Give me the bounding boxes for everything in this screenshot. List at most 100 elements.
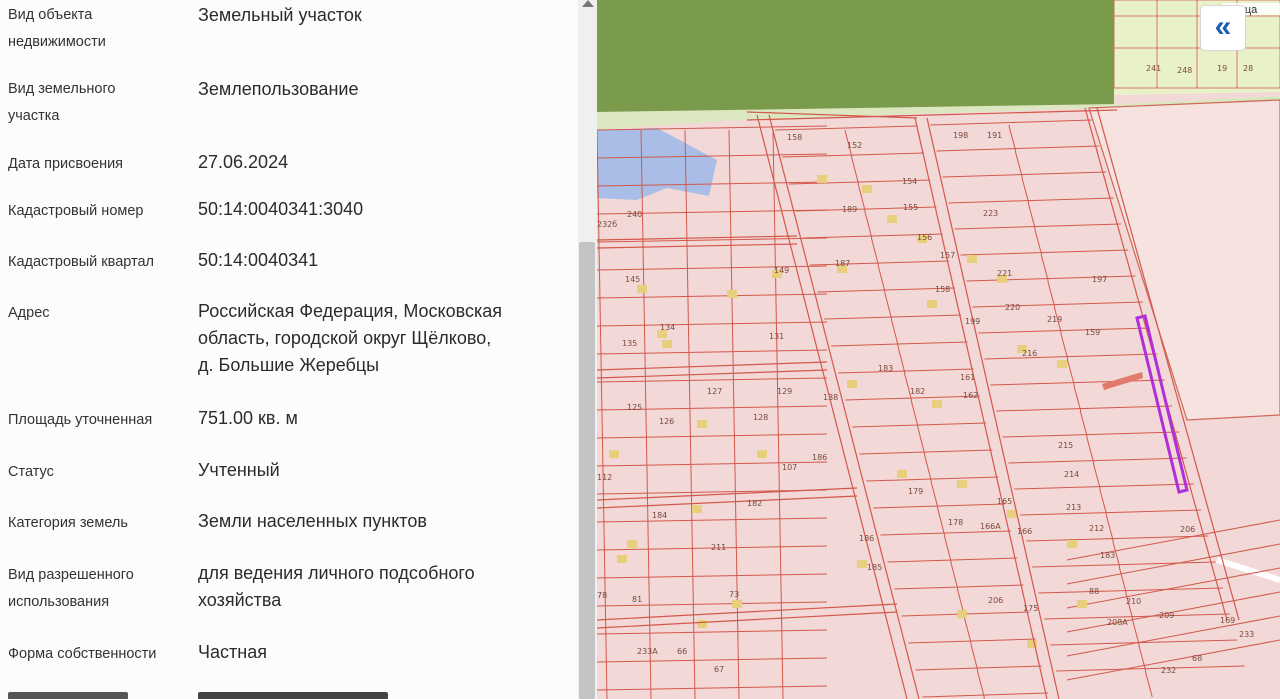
plot-number-label: 159 xyxy=(1085,328,1100,337)
plot-number-label: 128 xyxy=(753,413,768,422)
plot-number-label: 66 xyxy=(677,647,687,656)
plot-number-label: 158 xyxy=(935,285,950,294)
plot-number-label: 233А xyxy=(637,647,658,656)
property-details-panel: Вид объекта недвижимости Земельный участо… xyxy=(0,0,598,699)
plot-number-label: 125 xyxy=(627,403,642,412)
permitted-use-value: для ведения личного подсобного хозяйства xyxy=(198,563,475,610)
status-value: Учтенный xyxy=(198,460,280,480)
land-category-value: Земли населенных пунктов xyxy=(198,511,427,531)
plot-number-label: 232б xyxy=(597,220,617,229)
plot-number-label: 248 xyxy=(1177,66,1192,75)
plot-number-label: 78 xyxy=(597,591,607,600)
plot-number-label: 184 xyxy=(652,511,667,520)
detail-value: 27.06.2024 xyxy=(198,152,289,172)
plot-number-label: 129 xyxy=(777,387,792,396)
cadastral-quarter-value: 50:14:0040341 xyxy=(198,250,319,270)
plot-number-label: 112 xyxy=(597,473,612,482)
detail-label: Дата присвоения xyxy=(8,156,124,172)
plot-number-label: 149 xyxy=(774,266,789,275)
plot-number-label: 162 xyxy=(963,391,978,400)
forest-area xyxy=(597,0,1114,112)
detail-label: Категория земель xyxy=(8,515,128,531)
area-value: 751.00 кв. м xyxy=(198,408,298,428)
plot-number-label: 161 xyxy=(960,373,975,382)
detail-row: Вид объекта недвижимости Земельный участо… xyxy=(0,2,578,58)
detail-row: Адрес Российская Федерация, Московская об… xyxy=(0,300,578,386)
detail-label: Площадь уточненная xyxy=(8,412,153,428)
plot-number-label: 209 xyxy=(1159,611,1174,620)
detail-label: Вид разрешенного использования xyxy=(8,567,134,610)
plot-number-label: 88 xyxy=(1089,587,1099,596)
detail-row: Форма собственности Частная xyxy=(0,641,578,671)
cadastral-map[interactable]: улица 1581521981911541891552231561871572… xyxy=(597,0,1280,699)
plot-number-label: 138 xyxy=(823,393,838,402)
detail-label: Кадастровый номер xyxy=(8,203,144,219)
detail-value: Землепользование xyxy=(198,79,359,99)
plot-number-label: 185 xyxy=(867,563,882,572)
plot-number-label: 179 xyxy=(908,487,923,496)
plot-number-label: 19 xyxy=(1217,64,1227,73)
plot-number-label: 67 xyxy=(714,665,724,674)
plot-number-label: 233 xyxy=(1239,630,1254,639)
plot-number-label: 197 xyxy=(1092,275,1107,284)
plot-number-label: 165 xyxy=(997,497,1012,506)
double-chevron-left-icon: « xyxy=(1214,10,1232,43)
detail-row: Категория земель Земли населенных пункто… xyxy=(0,510,578,540)
plot-number-label: 73 xyxy=(729,590,739,599)
plot-number-label: 152 xyxy=(847,141,862,150)
plot-number-label: 28 xyxy=(1243,64,1253,73)
plot-number-label: 182 xyxy=(747,499,762,508)
detail-label: Статус xyxy=(8,464,54,480)
detail-label: Форма собственности xyxy=(8,646,157,662)
detail-row: Вид земельного участка Землепользование xyxy=(0,76,578,132)
address-value: Российская Федерация, Московская область,… xyxy=(198,301,502,375)
plot-number-label: 213 xyxy=(1066,503,1081,512)
plot-number-label: 81 xyxy=(632,595,642,604)
plot-number-label: 182 xyxy=(910,387,925,396)
plot-number-label: 216 xyxy=(1022,349,1037,358)
plot-number-label: 175 xyxy=(1023,604,1038,613)
plot-number-label: 154 xyxy=(902,177,917,186)
ownership-value: Частная xyxy=(198,642,267,662)
plot-number-label: 211 xyxy=(711,543,726,552)
plot-number-label: 126 xyxy=(659,417,674,426)
plot-number-label: 198 xyxy=(953,131,968,140)
plot-number-label: 206 xyxy=(1180,525,1195,534)
plot-number-label: 186 xyxy=(812,453,827,462)
detail-row: Кадастровый номер 50:14:0040341:3040 xyxy=(0,198,578,228)
plot-number-label: 183 xyxy=(878,364,893,373)
detail-label: Вид объекта недвижимости xyxy=(8,7,106,50)
plot-number-label: 187 xyxy=(835,259,850,268)
detail-row: Площадь уточненная 751.00 кв. м xyxy=(0,407,578,437)
detail-row: Вид разрешенного использования для ведени… xyxy=(0,562,578,618)
plot-number-label: 232 xyxy=(1161,666,1176,675)
plot-number-label: 215 xyxy=(1058,441,1073,450)
plot-number-label: 210 xyxy=(1126,597,1141,606)
plot-number-label: 241 xyxy=(1146,64,1161,73)
detail-row: Статус Учтенный xyxy=(0,459,578,489)
plot-number-label: 186 xyxy=(859,534,874,543)
collapse-panel-button[interactable]: « xyxy=(1200,5,1246,51)
detail-label: Вид земельного участка xyxy=(8,81,116,124)
cadastral-number-value: 50:14:0040341:3040 xyxy=(198,199,364,219)
plot-number-label: 145 xyxy=(625,275,640,284)
plot-number-label: 68 xyxy=(1192,654,1202,663)
detail-row: Дата присвоения 27.06.2024 xyxy=(0,151,578,181)
plot-number-label: 223 xyxy=(983,209,998,218)
plot-number-label: 178 xyxy=(948,518,963,527)
plot-number-label: 189 xyxy=(842,205,857,214)
plot-number-label: 183 xyxy=(1100,551,1115,560)
plot-number-label: 206 xyxy=(988,596,1003,605)
plot-number-label: 166 xyxy=(1017,527,1032,536)
plot-number-label: 219 xyxy=(1047,315,1062,324)
plot-number-label: 127 xyxy=(707,387,722,396)
plot-number-label: 191 xyxy=(987,131,1002,140)
detail-row: Кадастровый квартал 50:14:0040341 xyxy=(0,249,578,279)
scrollbar-thumb[interactable] xyxy=(579,242,595,699)
plot-number-label: 134 xyxy=(660,323,675,332)
map-canvas[interactable]: улица 1581521981911541891552231561871572… xyxy=(597,0,1280,699)
plot-number-label: 199 xyxy=(965,317,980,326)
plot-number-label: 157 xyxy=(940,251,955,260)
scroll-up-arrow-icon[interactable] xyxy=(582,0,594,7)
plot-number-label: 156 xyxy=(917,233,932,242)
